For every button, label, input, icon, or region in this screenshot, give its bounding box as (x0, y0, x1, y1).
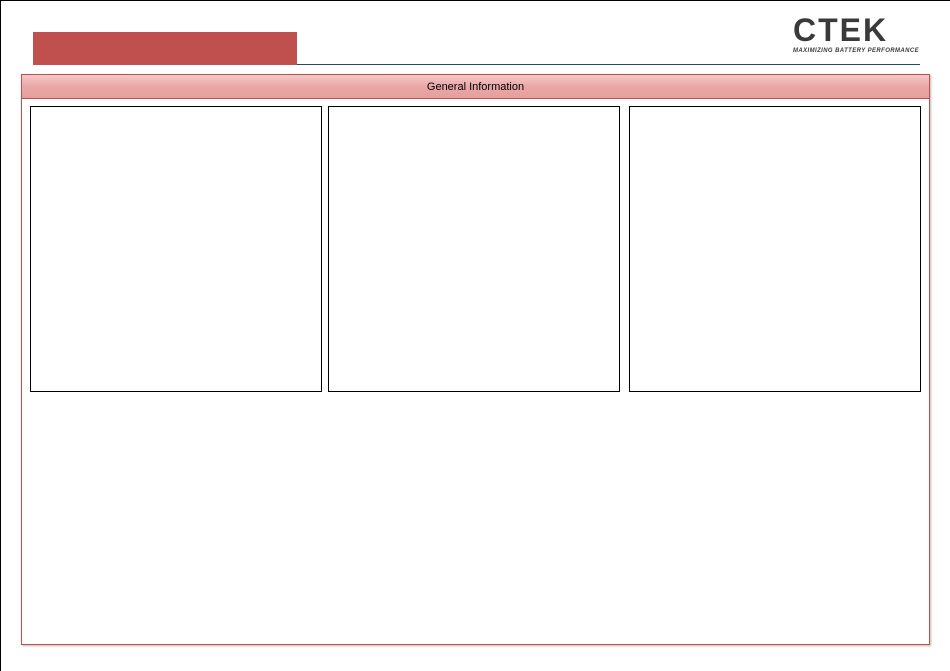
ctek-logo: CTEK MAXIMIZING BATTERY PERFORMANCE (793, 12, 923, 59)
header-divider-line (297, 64, 920, 65)
general-information-frame: General Information (21, 74, 930, 645)
content-panel-left (30, 106, 322, 392)
header-accent-bar (33, 32, 297, 65)
content-panel-right (629, 106, 921, 392)
section-title: General Information (22, 75, 929, 99)
logo-tagline: MAXIMIZING BATTERY PERFORMANCE (793, 48, 920, 54)
logo-wordmark: CTEK (793, 12, 889, 48)
slide-page: CTEK MAXIMIZING BATTERY PERFORMANCE Gene… (0, 0, 950, 671)
content-panel-middle (328, 106, 620, 392)
